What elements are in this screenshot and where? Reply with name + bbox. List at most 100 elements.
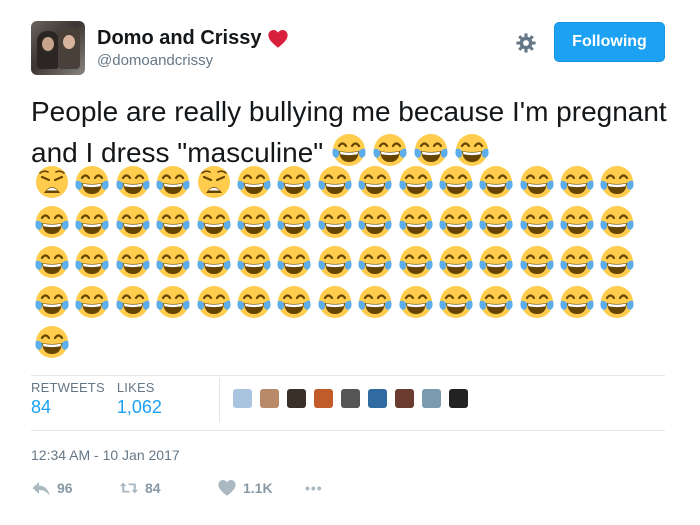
tweet-actions: 96 84 1.1K ••• — [31, 479, 323, 497]
tears-of-joy-emoji — [196, 244, 232, 280]
emoji-grid — [34, 164, 674, 364]
like-count: 1.1K — [243, 480, 273, 496]
timestamp[interactable]: 12:34 AM - 10 Jan 2017 — [31, 447, 180, 463]
retweets-label: RETWEETS — [31, 380, 105, 395]
tweet-stats: RETWEETS 84 LIKES 1,062 — [31, 380, 174, 418]
tears-of-joy-emoji — [559, 164, 595, 200]
tears-of-joy-emoji — [372, 132, 408, 168]
liker-avatar[interactable] — [395, 389, 414, 408]
tears-of-joy-emoji — [115, 284, 151, 320]
tears-of-joy-emoji — [438, 244, 474, 280]
tears-of-joy-emoji — [438, 204, 474, 240]
tears-of-joy-emoji — [519, 284, 555, 320]
tears-of-joy-emoji — [519, 204, 555, 240]
user-name-row: Domo and Crissy — [97, 27, 289, 50]
tears-of-joy-emoji — [74, 164, 110, 200]
tears-of-joy-emoji — [74, 244, 110, 280]
tears-of-joy-emoji — [357, 244, 393, 280]
tears-of-joy-emoji — [599, 164, 635, 200]
weary-face-emoji — [196, 164, 232, 200]
likes-label: LIKES — [116, 380, 155, 395]
tears-of-joy-emoji — [559, 244, 595, 280]
avatar[interactable] — [31, 21, 85, 75]
tears-of-joy-emoji — [331, 132, 367, 168]
tears-of-joy-emoji — [357, 284, 393, 320]
liker-avatar[interactable] — [233, 389, 252, 408]
tears-of-joy-emoji — [454, 132, 490, 168]
avatar-face-right — [63, 35, 75, 49]
tears-of-joy-emoji — [115, 204, 151, 240]
tears-of-joy-emoji — [34, 284, 70, 320]
stats-separator — [219, 378, 220, 422]
tears-of-joy-emoji — [276, 244, 312, 280]
divider-top — [31, 375, 665, 376]
tears-of-joy-emoji — [196, 284, 232, 320]
retweet-icon — [119, 482, 139, 494]
tears-of-joy-emoji — [34, 324, 70, 360]
liker-avatar[interactable] — [368, 389, 387, 408]
tears-of-joy-emoji — [236, 164, 272, 200]
reply-button[interactable]: 96 — [31, 479, 119, 497]
tears-of-joy-emoji — [317, 284, 353, 320]
likes-stat[interactable]: LIKES 1,062 — [117, 380, 162, 418]
likes-value: 1,062 — [116, 397, 162, 417]
liker-avatar[interactable] — [314, 389, 333, 408]
tears-of-joy-emoji — [478, 244, 514, 280]
more-options-button[interactable]: ••• — [305, 480, 323, 496]
tears-of-joy-emoji — [155, 204, 191, 240]
tears-of-joy-emoji — [478, 164, 514, 200]
tears-of-joy-emoji — [196, 204, 232, 240]
weary-face-emoji — [34, 164, 70, 200]
retweet-count: 84 — [145, 480, 161, 496]
gear-icon[interactable] — [515, 32, 537, 54]
tears-of-joy-emoji — [115, 164, 151, 200]
liker-avatar[interactable] — [341, 389, 360, 408]
tears-of-joy-emoji — [236, 244, 272, 280]
liker-avatars — [233, 389, 468, 408]
tears-of-joy-emoji — [155, 244, 191, 280]
liker-avatar[interactable] — [287, 389, 306, 408]
tears-of-joy-emoji — [317, 204, 353, 240]
tears-of-joy-emoji — [398, 244, 434, 280]
tears-of-joy-emoji — [599, 284, 635, 320]
tears-of-joy-emoji — [155, 284, 191, 320]
tears-of-joy-emoji — [276, 284, 312, 320]
liker-avatar[interactable] — [449, 389, 468, 408]
like-button[interactable]: 1.1K — [217, 479, 305, 497]
tears-of-joy-emoji — [398, 164, 434, 200]
liker-avatar[interactable] — [422, 389, 441, 408]
tears-of-joy-emoji — [276, 204, 312, 240]
tweet-text: People are really bullying me because I'… — [31, 92, 671, 173]
tears-of-joy-emoji — [357, 164, 393, 200]
retweets-value: 84 — [31, 397, 52, 417]
like-heart-icon — [218, 479, 236, 496]
following-button[interactable]: Following — [554, 22, 665, 62]
retweets-stat[interactable]: RETWEETS 84 — [31, 380, 105, 418]
tears-of-joy-emoji — [413, 132, 449, 168]
tears-of-joy-emoji — [398, 284, 434, 320]
liker-avatar[interactable] — [260, 389, 279, 408]
divider-bottom — [31, 430, 665, 431]
user-handle[interactable]: @domoandcrissy — [97, 52, 213, 69]
tears-of-joy-emoji — [317, 164, 353, 200]
tears-of-joy-emoji — [478, 204, 514, 240]
tears-of-joy-emoji — [398, 204, 434, 240]
tears-of-joy-emoji — [155, 164, 191, 200]
retweet-button[interactable]: 84 — [119, 479, 217, 497]
tears-of-joy-emoji — [317, 244, 353, 280]
tears-of-joy-emoji — [599, 244, 635, 280]
avatar-face-left — [42, 37, 54, 51]
heart-icon — [268, 29, 289, 48]
reply-icon — [32, 482, 50, 496]
tears-of-joy-emoji — [559, 284, 595, 320]
tears-of-joy-emoji — [74, 204, 110, 240]
tears-of-joy-emoji — [519, 164, 555, 200]
tears-of-joy-emoji — [519, 244, 555, 280]
tears-of-joy-emoji — [74, 284, 110, 320]
tears-of-joy-emoji — [599, 204, 635, 240]
tears-of-joy-emoji — [276, 164, 312, 200]
display-name[interactable]: Domo and Crissy — [97, 27, 261, 50]
tears-of-joy-emoji — [34, 204, 70, 240]
tears-of-joy-emoji — [34, 244, 70, 280]
tears-of-joy-emoji — [438, 164, 474, 200]
